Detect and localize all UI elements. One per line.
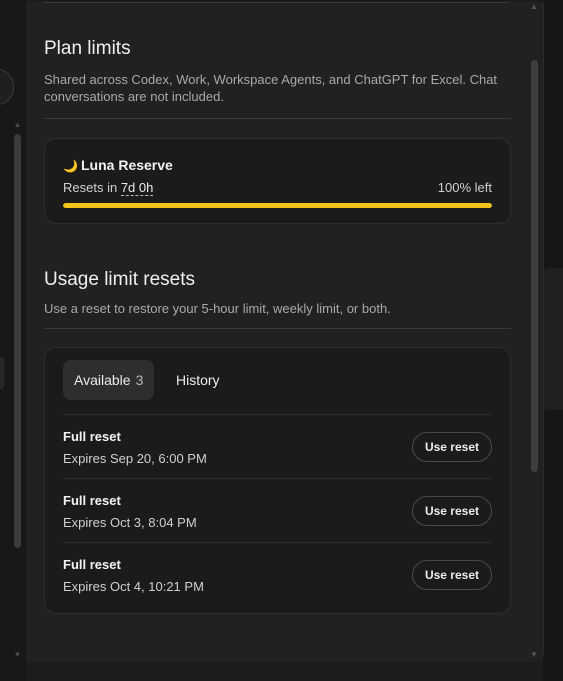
plan-limits-divider — [44, 118, 511, 119]
tab-available-label: Available — [74, 372, 131, 388]
resets-card: Available 3 History Full reset Expires Se… — [44, 347, 511, 614]
reset-title: Full reset — [63, 493, 121, 508]
reset-expiry: Expires Sep 20, 6:00 PM — [63, 451, 207, 466]
background-edge-box — [0, 357, 4, 389]
background-pill — [0, 69, 14, 105]
usage-resets-description: Use a reset to restore your 5-hour limit… — [44, 301, 391, 316]
background-scrollbar[interactable]: ▲ ▼ — [13, 120, 22, 660]
resets-time[interactable]: 7d 0h — [120, 180, 154, 196]
reset-expiry: Expires Oct 4, 10:21 PM — [63, 579, 204, 594]
background-right-pane — [543, 0, 563, 681]
resets-row: Resets in 7d 0h — [63, 180, 154, 196]
use-reset-button[interactable]: Use reset — [411, 432, 492, 462]
usage-resets-divider — [44, 328, 511, 329]
reset-title: Full reset — [63, 429, 121, 444]
scroll-down-arrow-icon[interactable]: ▼ — [529, 650, 539, 660]
plan-limits-title: Plan limits — [44, 38, 131, 59]
reset-list-item: Full reset Expires Sep 20, 6:00 PM Use r… — [63, 414, 492, 478]
plan-name: Luna Reserve — [81, 157, 173, 173]
usage-resets-title: Usage limit resets — [44, 269, 195, 290]
scroll-up-arrow-icon[interactable]: ▲ — [13, 120, 22, 129]
reset-list-item: Full reset Expires Oct 3, 8:04 PM Use re… — [63, 478, 492, 542]
usage-progress-fill — [63, 203, 492, 208]
scroll-down-arrow-icon[interactable]: ▼ — [13, 650, 22, 659]
panel-scrollbar-thumb[interactable] — [531, 60, 538, 472]
tab-history[interactable]: History — [165, 360, 231, 400]
plan-name-row: 🌙 Luna Reserve — [63, 157, 173, 173]
scroll-up-arrow-icon[interactable]: ▲ — [529, 2, 539, 12]
reset-list-item: Full reset Expires Oct 4, 10:21 PM Use r… — [63, 542, 492, 606]
top-divider — [44, 2, 510, 3]
remaining-percent: 100% left — [437, 180, 492, 195]
moon-icon: 🌙 — [63, 159, 78, 173]
reset-expiry: Expires Oct 3, 8:04 PM — [63, 515, 197, 530]
plan-limits-description: Shared across Codex, Work, Workspace Age… — [44, 72, 498, 104]
tab-available[interactable]: Available 3 — [63, 360, 155, 400]
panel-scrollbar[interactable]: ▲ ▼ — [529, 2, 539, 662]
scrollbar-thumb[interactable] — [14, 134, 21, 548]
background-card — [543, 268, 563, 410]
plan-card: 🌙 Luna Reserve Resets in 7d 0h 100% left — [44, 138, 511, 224]
tab-history-label: History — [176, 372, 220, 388]
use-reset-button[interactable]: Use reset — [411, 560, 492, 590]
plan-limits-panel: ▲ ▼ Plan limits Shared across Codex, Wor… — [26, 2, 544, 662]
background-left-pane: ▲ ▼ — [0, 0, 26, 681]
screen: ▲ ▼ ▲ ▼ Plan limits Shared across Codex,… — [0, 0, 563, 681]
reset-title: Full reset — [63, 557, 121, 572]
usage-progress-bar — [63, 203, 492, 208]
tab-available-count: 3 — [135, 372, 144, 388]
use-reset-button[interactable]: Use reset — [411, 496, 492, 526]
resets-prefix: Resets in — [63, 180, 118, 195]
